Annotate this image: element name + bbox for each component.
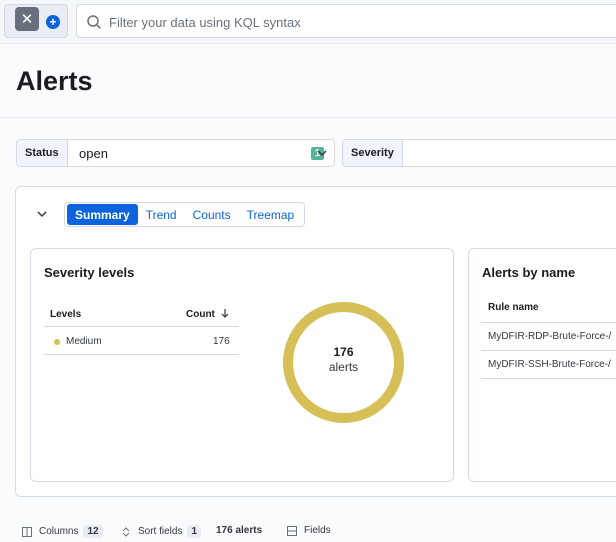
rule-name-row[interactable]: MyDFIR-RDP-Brute-Force-/ [488, 331, 611, 342]
status-filter[interactable]: Status open 1 [16, 139, 335, 167]
severity-levels-title: Severity levels [44, 265, 135, 280]
severity-filter[interactable]: Severity [342, 139, 616, 167]
rule-name-column-header: Rule name [488, 302, 539, 313]
search-input[interactable]: Filter your data using KQL syntax [76, 4, 616, 38]
chevron-down-icon[interactable] [316, 147, 328, 159]
status-filter-value: open [79, 146, 108, 161]
chevron-down-icon[interactable] [36, 208, 48, 220]
close-icon[interactable]: ✕ [15, 7, 39, 31]
sort-descending-icon[interactable] [220, 308, 230, 319]
donut-total: 176 [333, 345, 354, 359]
search-placeholder: Filter your data using KQL syntax [109, 15, 301, 30]
table-divider [481, 350, 616, 351]
table-divider [481, 322, 616, 323]
table-divider [481, 378, 616, 379]
columns-label: Columns [39, 526, 79, 537]
rule-name-row[interactable]: MyDFIR-SSH-Brute-Force-/ [488, 359, 611, 370]
query-bar: ✕ + Filter your data using KQL syntax [0, 0, 616, 44]
status-filter-label: Status [17, 140, 68, 166]
count-column-header[interactable]: Count [186, 309, 215, 320]
tab-trend[interactable]: Trend [138, 204, 185, 225]
search-icon [87, 15, 102, 30]
columns-icon [22, 526, 32, 537]
columns-button[interactable]: Columns 12 [22, 525, 103, 538]
filter-actions-group: ✕ + [4, 4, 68, 38]
divider [0, 117, 616, 118]
table-toolbar: Columns 12 Sort fields 1 176 alerts Fiel… [0, 520, 616, 542]
alerts-total: 176 alerts [216, 525, 263, 536]
alerts-by-name-title: Alerts by name [482, 265, 576, 280]
fields-label: Fields [304, 525, 331, 536]
severity-level-medium[interactable]: Medium [66, 336, 102, 347]
severity-filter-label: Severity [343, 140, 403, 166]
tab-counts[interactable]: Counts [185, 204, 239, 225]
sort-icon [122, 526, 130, 537]
sort-fields-count: 1 [187, 525, 202, 538]
table-divider [44, 326, 239, 327]
tab-summary[interactable]: Summary [67, 204, 138, 225]
page-title: Alerts [16, 66, 93, 96]
severity-color-dot [54, 339, 60, 345]
tab-treemap[interactable]: Treemap [239, 204, 303, 225]
add-filter-icon[interactable]: + [46, 15, 60, 29]
donut-label: alerts [328, 360, 359, 374]
severity-count-medium: 176 [213, 336, 230, 347]
sort-fields-button[interactable]: Sort fields 1 [121, 525, 202, 538]
columns-count: 12 [83, 525, 103, 538]
table-divider [44, 354, 239, 355]
fields-button[interactable]: Fields [287, 525, 331, 536]
sort-fields-label: Sort fields [138, 526, 183, 537]
fields-icon [287, 525, 297, 536]
levels-column-header: Levels [50, 309, 82, 320]
view-tabs: Summary Trend Counts Treemap [64, 202, 306, 227]
